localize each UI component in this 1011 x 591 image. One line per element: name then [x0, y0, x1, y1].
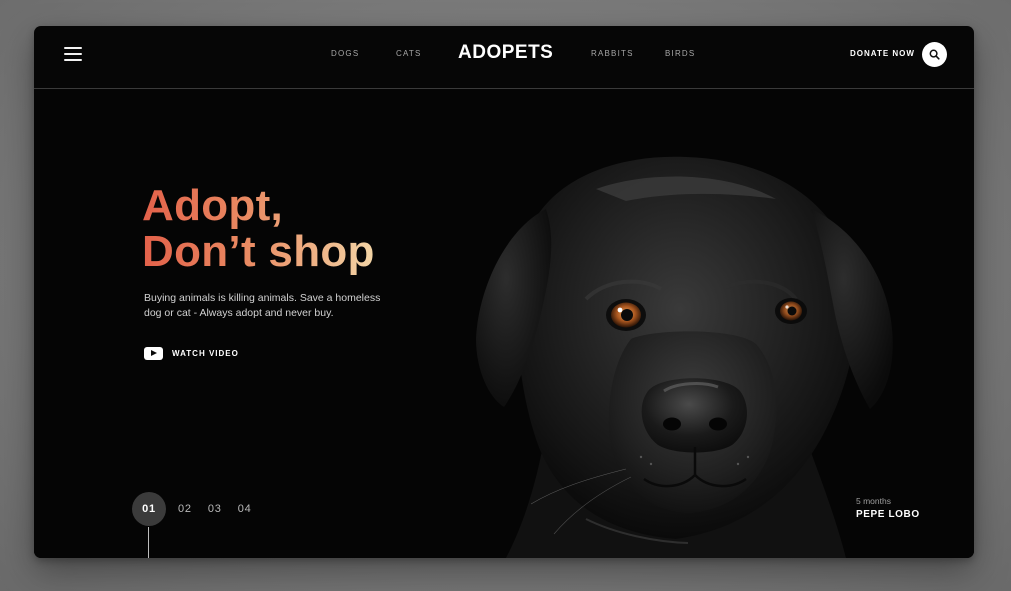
slide-pagination: 01 02 03 04: [132, 492, 268, 526]
page-item-02[interactable]: 02: [178, 503, 192, 515]
hero-description: Buying animals is killing animals. Save …: [144, 292, 381, 319]
nav-link-dogs[interactable]: DOGS: [331, 49, 359, 58]
headline-line-1: Adopt,: [142, 181, 284, 230]
page-item-04[interactable]: 04: [238, 503, 252, 515]
watch-video-label: WATCH VIDEO: [172, 348, 239, 358]
pet-age: 5 months: [856, 496, 891, 506]
app-window: DOGS CATS ADOPETS RABBITS BIRDS DONATE N…: [34, 26, 974, 558]
nav-link-rabbits[interactable]: RABBITS: [591, 49, 634, 58]
dog-photo: [476, 156, 893, 558]
page-item-01[interactable]: 01: [132, 492, 166, 526]
pet-name: PEPE LOBO: [856, 509, 920, 520]
page-item-03[interactable]: 03: [208, 503, 222, 515]
nav-link-birds[interactable]: BIRDS: [665, 49, 695, 58]
top-navbar: DOGS CATS ADOPETS RABBITS BIRDS DONATE N…: [34, 26, 974, 89]
headline-line-2: Don’t shop: [142, 227, 375, 276]
search-button[interactable]: [922, 42, 947, 67]
play-icon: [144, 346, 163, 360]
pagination-indicator-line: [148, 527, 149, 558]
brand-logo[interactable]: ADOPETS: [458, 42, 553, 64]
hamburger-menu-icon[interactable]: [64, 45, 84, 63]
watch-video-button[interactable]: WATCH VIDEO: [144, 346, 239, 360]
hero-headline: Adopt, Don’t shop: [142, 183, 375, 275]
hero-section: Adopt, Don’t shop Buying animals is kill…: [34, 89, 974, 558]
search-icon: [929, 49, 940, 60]
donate-now-link[interactable]: DONATE NOW: [850, 49, 915, 58]
nav-link-cats[interactable]: CATS: [396, 49, 422, 58]
